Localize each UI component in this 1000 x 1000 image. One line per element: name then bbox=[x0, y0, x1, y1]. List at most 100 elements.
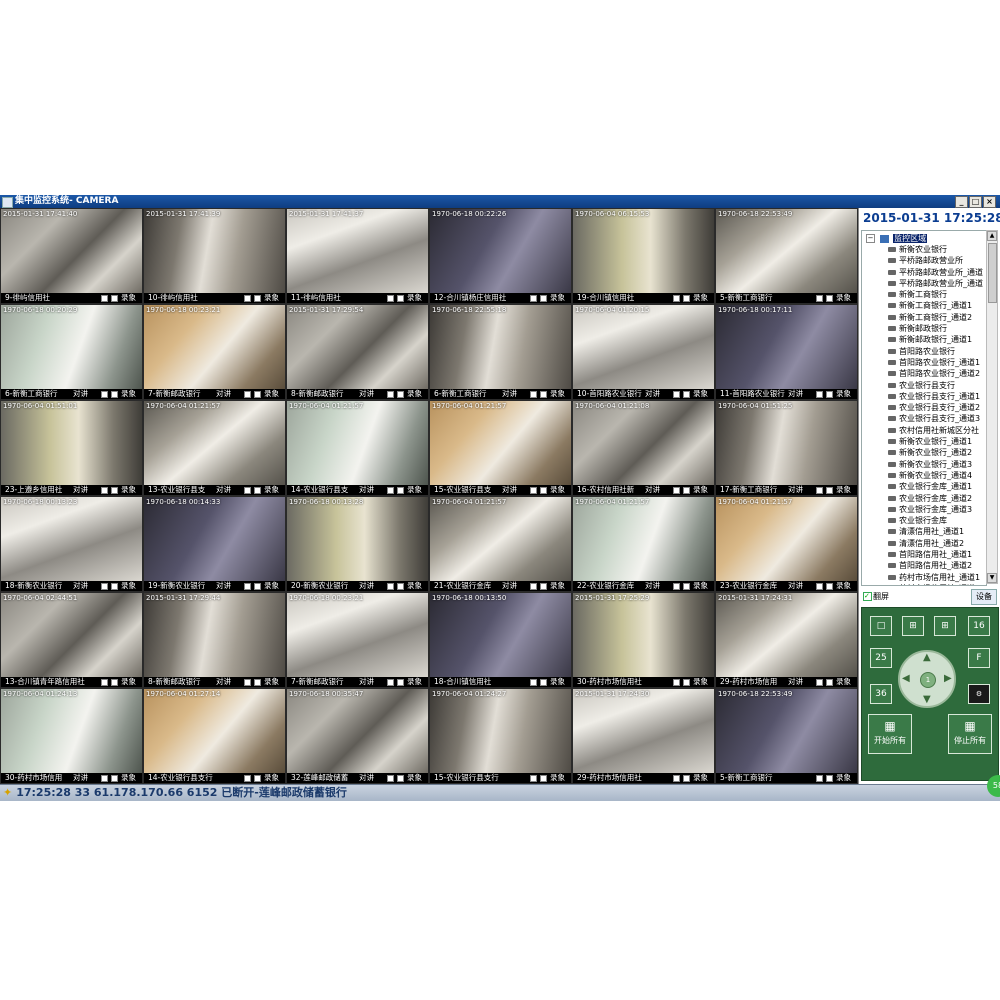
camera-cell[interactable]: 1970-06-04 01:21:57 23-农业银行金库 对讲 录象 bbox=[715, 496, 858, 592]
camera-video[interactable] bbox=[1, 209, 142, 293]
camera-cell[interactable]: 2015-01-31 17:29:44 8-新衡邮政银行 对讲 录象 bbox=[143, 592, 286, 688]
camera-video[interactable] bbox=[1, 305, 142, 389]
close-button[interactable]: × bbox=[983, 196, 996, 208]
camera-video[interactable] bbox=[430, 305, 571, 389]
camera-cell[interactable]: 1970-06-18 22:53:49 5-新衡工商银行 录象 bbox=[715, 688, 858, 784]
arrow-right-icon[interactable]: ▶ bbox=[944, 674, 952, 684]
camera-cell[interactable]: 1970-06-18 00:13:50 18-合川镇信用社 录象 bbox=[429, 592, 572, 688]
record-checkbox[interactable] bbox=[826, 583, 833, 590]
tree-item[interactable]: 清漂信用社_通道1 bbox=[888, 526, 983, 537]
talk-checkbox[interactable] bbox=[816, 391, 823, 398]
tree-scrollbar[interactable]: ▲ ▼ bbox=[986, 230, 998, 584]
record-checkbox[interactable] bbox=[254, 583, 261, 590]
record-checkbox[interactable] bbox=[111, 391, 118, 398]
camera-cell[interactable]: 1970-06-18 00:20:29 6-新衡工商银行 对讲 录象 bbox=[0, 304, 143, 400]
tree-item[interactable]: 新衡工商银行_通道1 bbox=[888, 300, 983, 311]
talk-checkbox[interactable] bbox=[387, 295, 394, 302]
maximize-button[interactable]: □ bbox=[969, 196, 982, 208]
layout-16-button[interactable]: 16 bbox=[968, 616, 990, 636]
camera-video[interactable] bbox=[716, 689, 857, 773]
talk-checkbox[interactable] bbox=[673, 295, 680, 302]
record-checkbox[interactable] bbox=[683, 775, 690, 782]
record-checkbox[interactable] bbox=[254, 295, 261, 302]
camera-cell[interactable]: 2015-01-31 17:24:31 29-药村市场信用 对讲 录象 bbox=[715, 592, 858, 688]
camera-video[interactable] bbox=[573, 593, 714, 677]
camera-cell[interactable]: 2015-01-31 17:41:37 11-徘屿信用社 录象 bbox=[286, 208, 429, 304]
tree-item[interactable]: 农业银行金库_通道2 bbox=[888, 493, 983, 504]
camera-cell[interactable]: 1970-06-04 01:20:15 10-首阳路农业银行 对讲 录象 bbox=[572, 304, 715, 400]
tree-item[interactable]: 农业银行县支行_通道1 bbox=[888, 391, 983, 402]
layout-4-button[interactable]: ⊞ bbox=[902, 616, 924, 636]
record-checkbox[interactable] bbox=[826, 391, 833, 398]
camera-video[interactable] bbox=[573, 209, 714, 293]
talk-checkbox[interactable] bbox=[673, 391, 680, 398]
talk-checkbox[interactable] bbox=[816, 487, 823, 494]
ptz-dpad[interactable]: ▲ ▼ ◀ ▶ 1 bbox=[898, 650, 956, 708]
record-checkbox[interactable] bbox=[683, 583, 690, 590]
record-checkbox[interactable] bbox=[111, 775, 118, 782]
record-checkbox[interactable] bbox=[397, 583, 404, 590]
record-checkbox[interactable] bbox=[254, 679, 261, 686]
tree-item[interactable]: 新衡农业银行_通道3 bbox=[888, 459, 983, 470]
record-checkbox[interactable] bbox=[683, 391, 690, 398]
layout-9-button[interactable]: ⊞ bbox=[934, 616, 956, 636]
scroll-down-icon[interactable]: ▼ bbox=[987, 573, 997, 583]
talk-checkbox[interactable] bbox=[387, 775, 394, 782]
camera-cell[interactable]: 1970-06-04 01:27:14 14-农业银行县支行 录象 bbox=[143, 688, 286, 784]
record-checkbox[interactable] bbox=[254, 487, 261, 494]
layout-25-button[interactable]: 25 bbox=[870, 648, 892, 668]
record-checkbox[interactable] bbox=[254, 775, 261, 782]
camera-video[interactable] bbox=[144, 401, 285, 485]
talk-checkbox[interactable] bbox=[244, 295, 251, 302]
record-checkbox[interactable] bbox=[397, 391, 404, 398]
tree-item[interactable]: 新衡邮政银行 bbox=[888, 323, 983, 334]
talk-checkbox[interactable] bbox=[244, 775, 251, 782]
camera-cell[interactable]: 1970-06-18 00:23:21 7-新衡邮政银行 对讲 录象 bbox=[286, 592, 429, 688]
tree-item[interactable]: 新衡农业银行_通道4 bbox=[888, 470, 983, 481]
record-checkbox[interactable] bbox=[540, 295, 547, 302]
talk-checkbox[interactable] bbox=[816, 583, 823, 590]
record-checkbox[interactable] bbox=[111, 583, 118, 590]
camera-video[interactable] bbox=[716, 209, 857, 293]
tree-item[interactable]: 农业银行县支行 bbox=[888, 380, 983, 391]
camera-video[interactable] bbox=[144, 497, 285, 581]
tree-item[interactable]: 农村信用社新城区分社 bbox=[888, 425, 983, 436]
camera-cell[interactable]: 1970-06-04 01:21:08 16-农村信用社新 对讲 录象 bbox=[572, 400, 715, 496]
collapse-icon[interactable]: − bbox=[866, 234, 875, 243]
talk-checkbox[interactable] bbox=[101, 391, 108, 398]
camera-video[interactable] bbox=[1, 689, 142, 773]
camera-cell[interactable]: 2015-01-31 17:29:54 8-新衡邮政银行 对讲 录象 bbox=[286, 304, 429, 400]
layout-1-button[interactable]: □ bbox=[870, 616, 892, 636]
camera-cell[interactable]: 1970-06-04 01:21:57 13-农业银行县支 对讲 录象 bbox=[143, 400, 286, 496]
camera-cell[interactable]: 1970-06-04 01:24:13 30-药村市场信用 对讲 录象 bbox=[0, 688, 143, 784]
tree-item[interactable]: 农业银行金库 bbox=[888, 515, 983, 526]
talk-checkbox[interactable] bbox=[101, 295, 108, 302]
talk-checkbox[interactable] bbox=[816, 679, 823, 686]
camera-cell[interactable]: 2015-01-31 17:25:29 30-药村市场信用社 录象 bbox=[572, 592, 715, 688]
camera-cell[interactable]: 1970-06-04 06:15:53 19-合川镇信用社 录象 bbox=[572, 208, 715, 304]
talk-checkbox[interactable] bbox=[387, 391, 394, 398]
start-all-button[interactable]: ▦ 开始所有 bbox=[868, 714, 912, 754]
camera-video[interactable] bbox=[430, 209, 571, 293]
record-checkbox[interactable] bbox=[540, 583, 547, 590]
camera-video[interactable] bbox=[716, 497, 857, 581]
camera-cell[interactable]: 1970-06-18 22:55:18 6-新衡工商银行 对讲 录象 bbox=[429, 304, 572, 400]
camera-video[interactable] bbox=[716, 305, 857, 389]
arrow-down-icon[interactable]: ▼ bbox=[923, 695, 931, 705]
camera-cell[interactable]: 1970-06-04 01:21:57 21-农业银行金库 对讲 录象 bbox=[429, 496, 572, 592]
talk-checkbox[interactable] bbox=[673, 775, 680, 782]
tree-item[interactable]: 药村市场信用社_通道1 bbox=[888, 572, 983, 583]
tree-item[interactable]: 农业银行县支行_通道3 bbox=[888, 413, 983, 424]
talk-checkbox[interactable] bbox=[673, 487, 680, 494]
camera-video[interactable] bbox=[144, 593, 285, 677]
record-checkbox[interactable] bbox=[111, 295, 118, 302]
tree-item[interactable]: 首阳路农业银行_通道2 bbox=[888, 368, 983, 379]
tree-item[interactable]: 新衡农业银行_通道1 bbox=[888, 436, 983, 447]
record-checkbox[interactable] bbox=[683, 679, 690, 686]
tree-item[interactable]: 首阳路信用社_通道1 bbox=[888, 549, 983, 560]
talk-checkbox[interactable] bbox=[530, 487, 537, 494]
talk-checkbox[interactable] bbox=[101, 775, 108, 782]
scroll-up-icon[interactable]: ▲ bbox=[987, 231, 997, 241]
camera-video[interactable] bbox=[430, 401, 571, 485]
camera-video[interactable] bbox=[573, 497, 714, 581]
